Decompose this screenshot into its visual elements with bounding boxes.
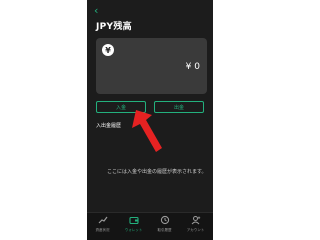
tab-account[interactable]: アカウント xyxy=(183,215,208,239)
tab-label: 資産状況 xyxy=(95,228,110,232)
history-empty-message: ここには入金や出金の履歴が表示されます。 xyxy=(107,169,207,175)
bottom-tab-bar: 資産状況 ウォレット 取引履歴 アカウント xyxy=(87,212,213,240)
balance-card: ¥ ¥ 0 xyxy=(96,38,207,94)
yen-icon: ¥ xyxy=(102,44,114,56)
wallet-icon xyxy=(128,215,139,225)
chart-icon xyxy=(98,215,108,225)
history-section-label: 入出金履歴 xyxy=(96,123,122,129)
balance-amount: ¥ 0 xyxy=(185,62,200,72)
history-icon xyxy=(160,215,170,225)
tab-label: 取引履歴 xyxy=(157,228,172,232)
page-title: JPY残高 xyxy=(96,22,132,32)
account-icon xyxy=(191,215,201,225)
tab-history[interactable]: 取引履歴 xyxy=(152,215,177,239)
tab-wallet[interactable]: ウォレット xyxy=(121,215,146,239)
chevron-left-icon[interactable]: ‹ xyxy=(94,5,104,17)
tab-label: ウォレット xyxy=(124,228,143,232)
red-arrow-annotation xyxy=(132,110,162,152)
tab-assets[interactable]: 資産状況 xyxy=(90,215,115,239)
tab-label: アカウント xyxy=(186,228,205,232)
